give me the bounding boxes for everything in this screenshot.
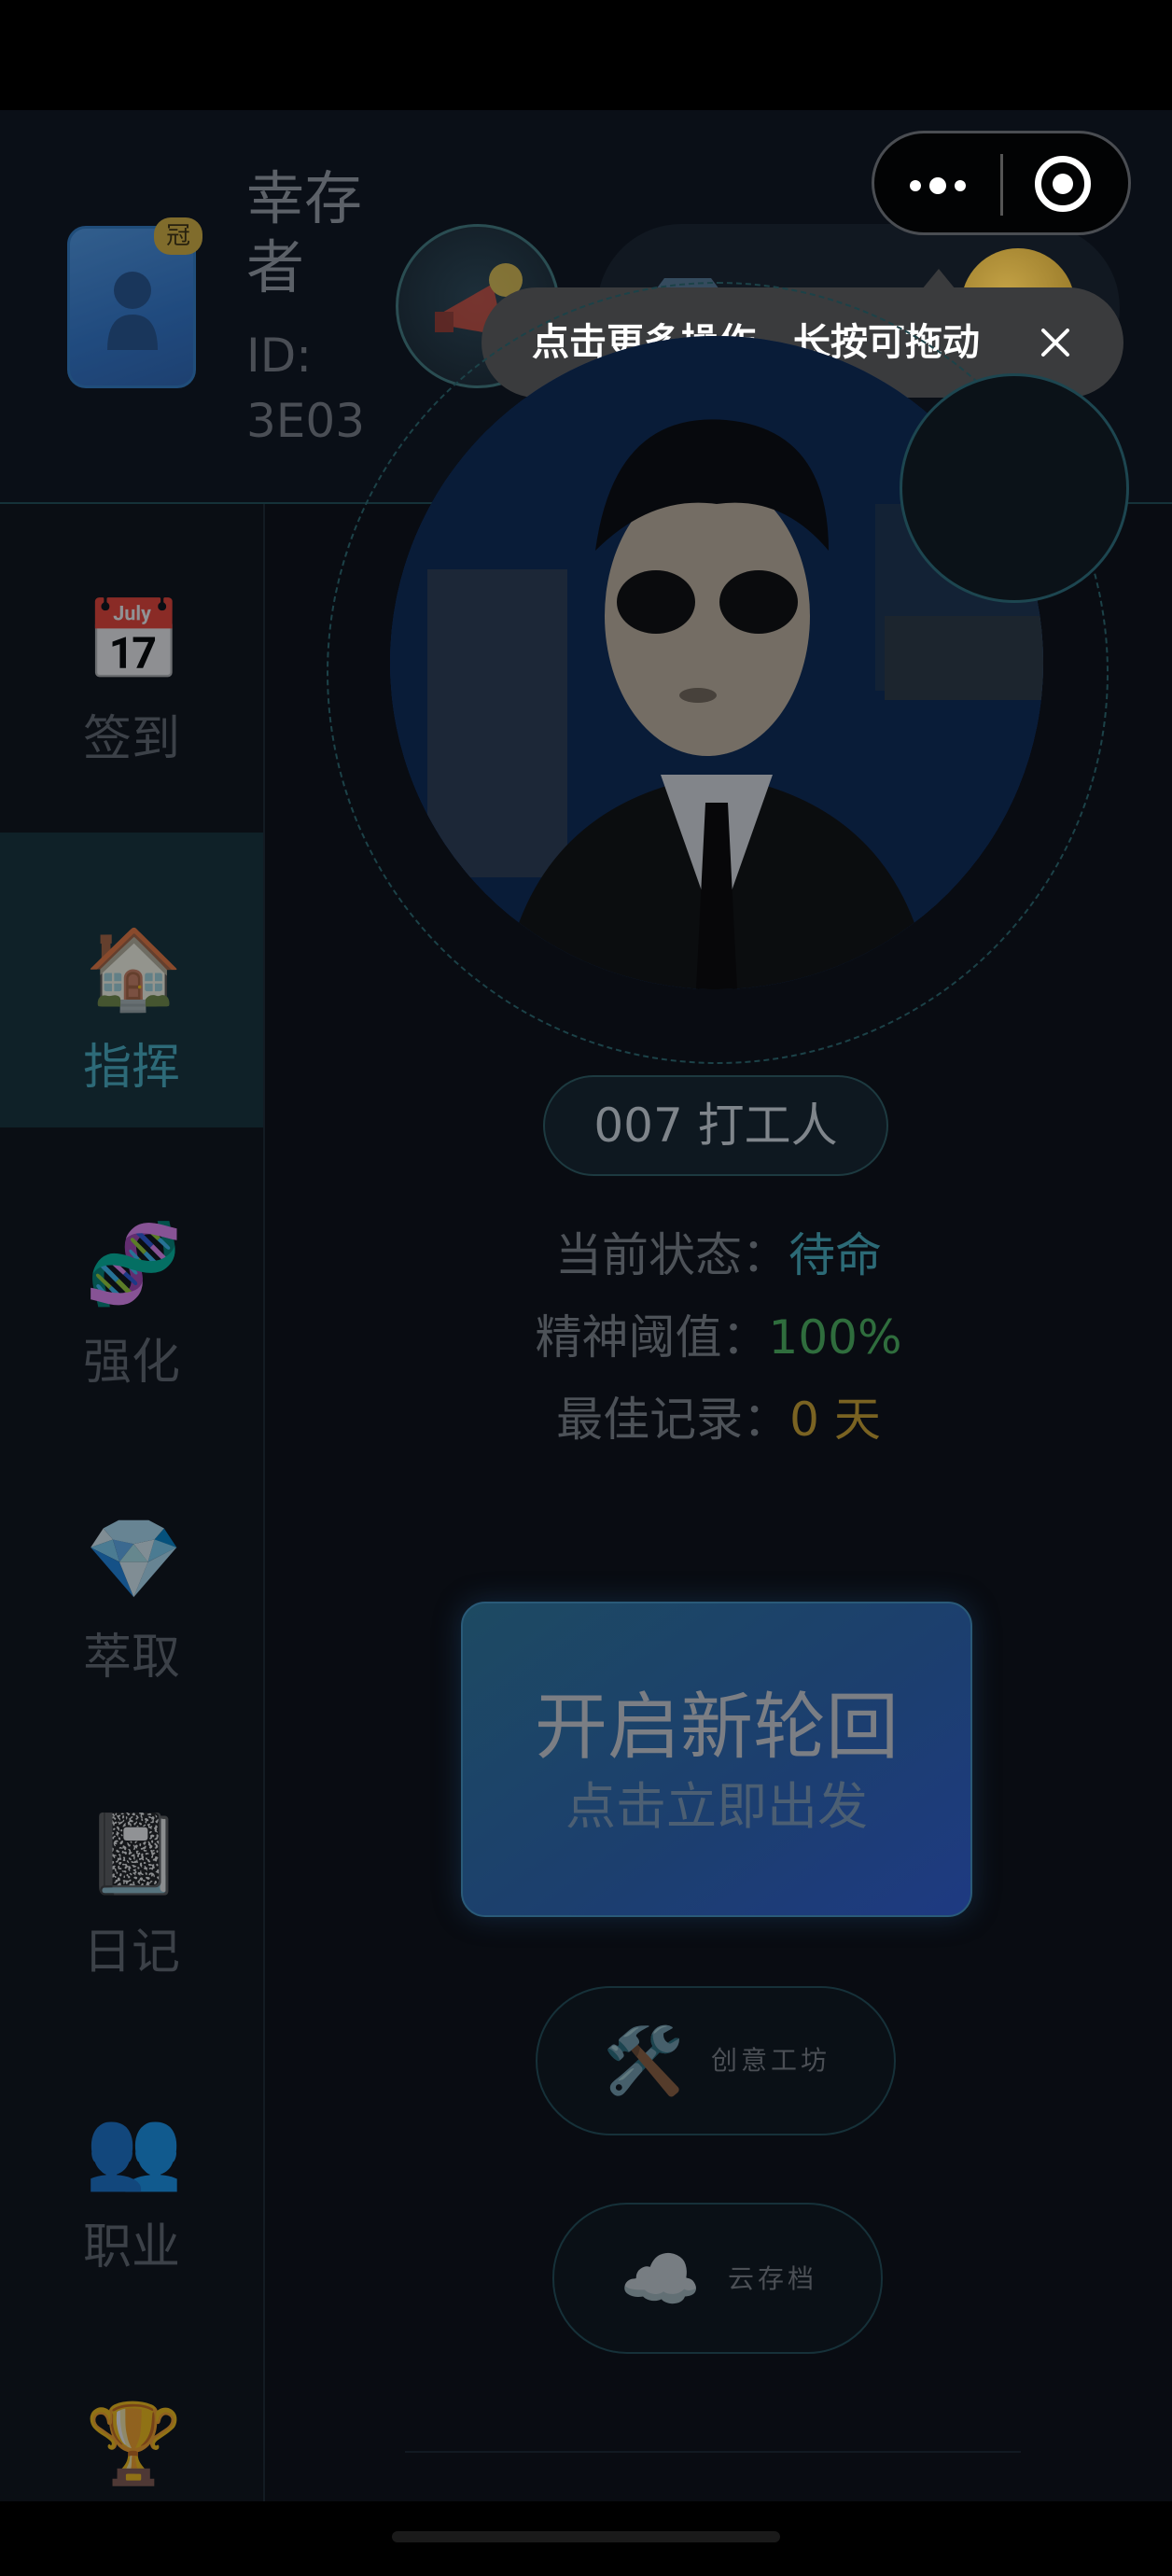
role-title: 007 打工人 — [543, 1075, 888, 1176]
stat-label: 最佳记录： — [556, 1393, 790, 1447]
capsule-divider — [1000, 154, 1003, 216]
sidebar-item-ranking[interactable]: 🏆 排名 — [0, 2307, 263, 2501]
divider — [405, 2451, 1021, 2453]
notebook-icon: 📓 — [85, 1808, 183, 1899]
home-indicator[interactable] — [392, 2531, 780, 2542]
avatar[interactable]: 冠 — [67, 217, 202, 388]
sidebar-item-career[interactable]: 👥 职业 — [0, 2012, 263, 2307]
target-circle-icon[interactable] — [1035, 156, 1091, 212]
sidebar-item-label: 萃取 — [82, 1630, 180, 1686]
sidebar-item-label: 签到 — [82, 711, 180, 767]
sidebar-item-command[interactable]: 🏠 指挥 — [0, 833, 263, 1127]
cloud-save-button[interactable]: ☁️ 云存档 — [552, 2203, 883, 2354]
decorative-circle — [900, 373, 1129, 603]
stat-sanity: 精神阈值：100% — [265, 1307, 1172, 1368]
app-screen: 冠 幸存者 ID: 3E03 点 — [0, 0, 1172, 2576]
diamond-icon: 💎 — [85, 1513, 183, 1604]
more-dots-icon[interactable] — [910, 176, 966, 195]
workshop-label: 创意工坊 — [711, 2045, 831, 2076]
start-button-subtitle: 点击立即出发 — [565, 1777, 868, 1836]
sidebar-item-checkin[interactable]: 📅 签到 — [0, 504, 263, 799]
house-icon: 🏠 — [85, 923, 183, 1015]
tools-icon: 🛠️ — [603, 2023, 685, 2099]
stat-value: 100% — [768, 1310, 902, 1365]
sidebar-item-extract[interactable]: 💎 萃取 — [0, 1422, 263, 1717]
stat-value: 0 天 — [789, 1393, 881, 1447]
status-bar — [0, 0, 1172, 110]
person-icon — [107, 272, 158, 350]
cloud-icon: ☁️ — [620, 2241, 702, 2317]
sidebar-item-label: 强化 — [82, 1335, 180, 1391]
tooltip-arrow — [922, 269, 956, 289]
trophy-icon: 🏆 — [85, 2398, 183, 2489]
user-id: ID: 3E03 — [246, 329, 366, 448]
stat-value: 待命 — [788, 1228, 882, 1282]
sidebar-item-label: 日记 — [82, 1925, 180, 1981]
sidebar-item-label: 职业 — [82, 2219, 180, 2275]
people-icon: 👥 — [85, 2103, 183, 2194]
start-new-cycle-button[interactable]: 开启新轮回 点击立即出发 — [461, 1602, 972, 1917]
workshop-button[interactable]: 🛠️ 创意工坊 — [536, 1986, 896, 2135]
close-x-icon[interactable] — [1030, 317, 1081, 368]
stat-label: 精神阈值： — [535, 1310, 769, 1365]
cloud-save-label: 云存档 — [728, 2263, 818, 2294]
start-button-title: 开启新轮回 — [534, 1686, 899, 1770]
sidebar-item-enhance[interactable]: 🧬 强化 — [0, 1127, 263, 1422]
main-content: 007 打工人 当前状态：待命 精神阈值：100% 最佳记录：0 天 开启新轮回… — [265, 282, 1172, 2501]
stat-best-record: 最佳记录：0 天 — [265, 1389, 1172, 1450]
dna-icon: 🧬 — [85, 1218, 183, 1309]
user-name: 幸存者 — [246, 164, 363, 301]
sidebar-item-label: 指挥 — [82, 1040, 180, 1096]
miniprogram-capsule — [872, 131, 1131, 235]
stat-label: 当前状态： — [555, 1228, 788, 1282]
stat-status: 当前状态：待命 — [265, 1225, 1172, 1286]
sidebar-item-diary[interactable]: 📓 日记 — [0, 1717, 263, 2012]
calendar-icon: 📅 — [85, 595, 183, 686]
sidebar: 📅 签到 🏠 指挥 🧬 强化 💎 萃取 📓 日记 👥 职业 🏆 排名 — [0, 504, 265, 2501]
avatar-badge: 冠 — [154, 217, 202, 255]
